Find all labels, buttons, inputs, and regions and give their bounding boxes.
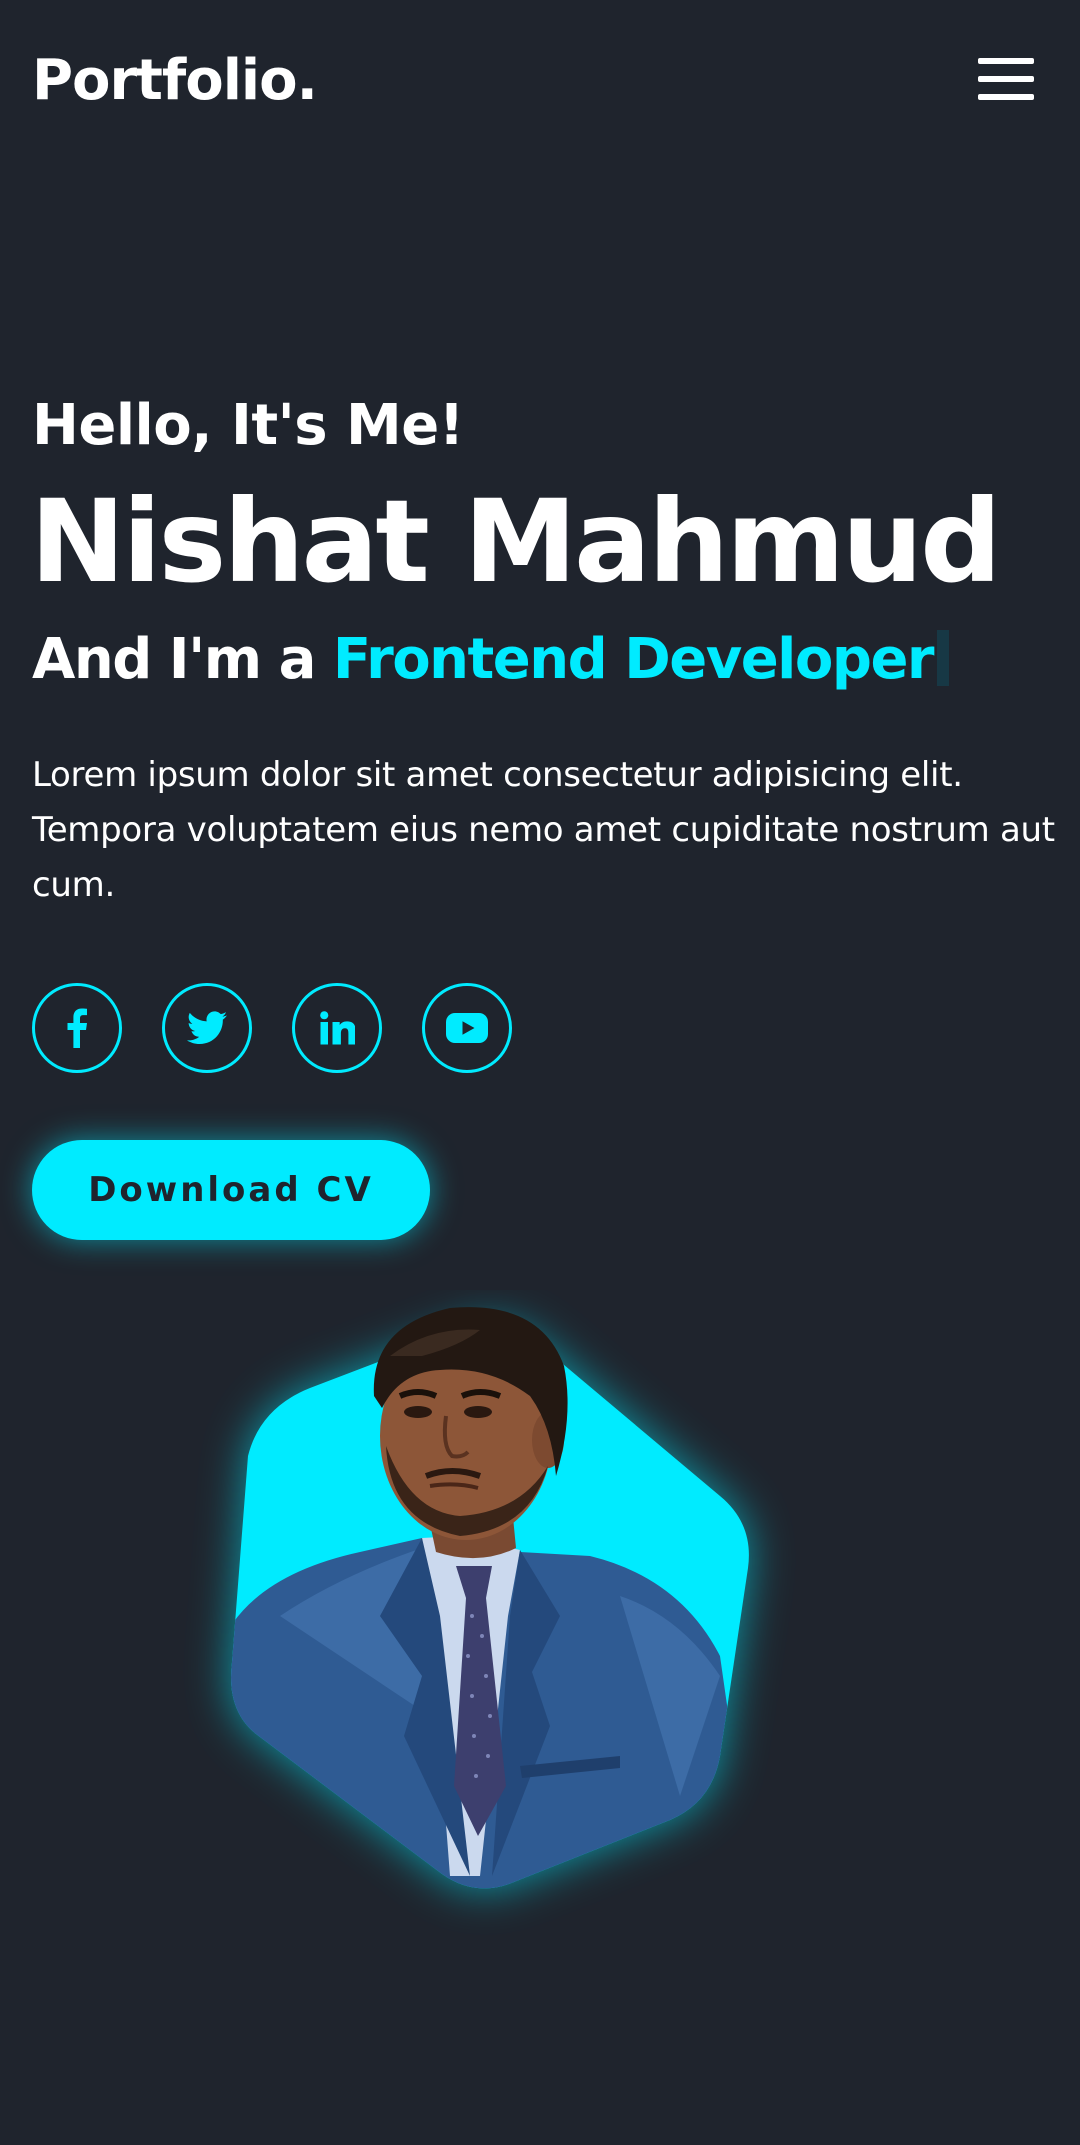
hero-description: Lorem ipsum dolor sit amet consectetur a… — [32, 755, 1055, 905]
menu-bar — [978, 94, 1034, 100]
greeting-heading: Hello, It's Me! — [32, 393, 464, 458]
linkedin-icon — [320, 1011, 355, 1045]
role-heading: And I'm a Frontend Developer — [32, 622, 950, 698]
profile-photo — [231, 1307, 749, 1889]
youtube-icon — [446, 1013, 488, 1043]
logo[interactable]: Portfolio. — [32, 46, 318, 116]
role-prefix: And I'm a — [32, 627, 316, 692]
site-header: Portfolio. — [0, 0, 1080, 160]
facebook-link[interactable] — [32, 983, 122, 1073]
hero-name: Nishat Mahmud — [30, 475, 1002, 608]
linkedin-link[interactable] — [292, 983, 382, 1073]
twitter-link[interactable] — [162, 983, 252, 1073]
typing-cursor — [937, 630, 950, 686]
facebook-icon — [67, 1008, 87, 1048]
social-links — [32, 983, 552, 1073]
download-cv-button[interactable]: Download CV — [32, 1140, 430, 1240]
menu-bar — [978, 76, 1034, 82]
menu-bar — [978, 58, 1034, 64]
twitter-icon — [187, 1011, 227, 1044]
youtube-link[interactable] — [422, 983, 512, 1073]
hamburger-menu-icon[interactable] — [978, 56, 1034, 102]
role-text: Frontend Developer — [332, 627, 935, 692]
